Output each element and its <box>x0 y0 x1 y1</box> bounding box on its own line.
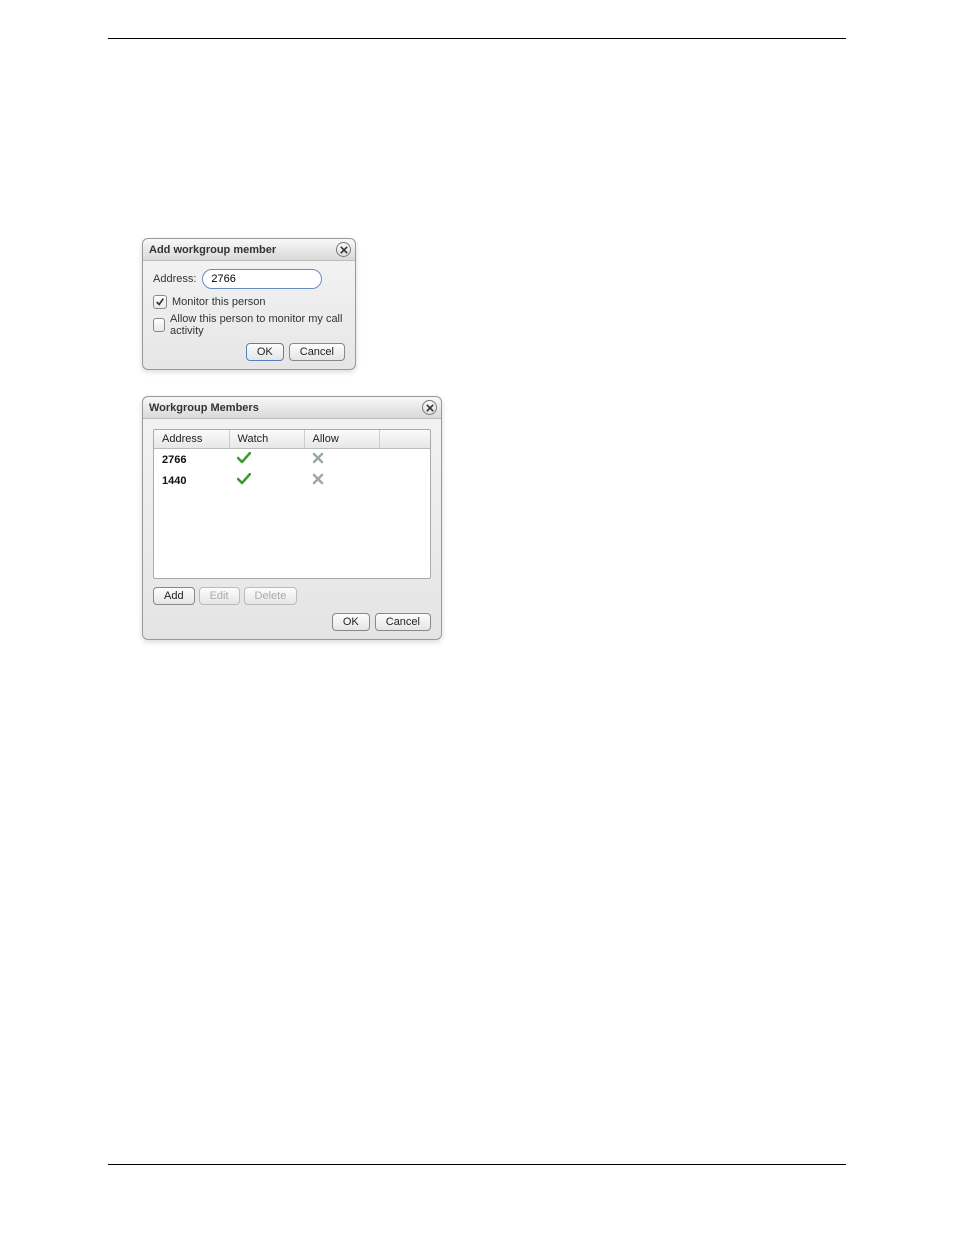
cancel-button[interactable]: Cancel <box>289 343 345 361</box>
ok-button[interactable]: OK <box>332 613 370 631</box>
table-row[interactable]: 2766 <box>154 449 430 471</box>
cancel-button[interactable]: Cancel <box>375 613 431 631</box>
monitor-checkbox[interactable] <box>153 295 167 309</box>
cell-allow <box>304 470 379 491</box>
page-divider-top <box>108 38 846 39</box>
dialog-title: Add workgroup member <box>149 244 276 256</box>
col-allow[interactable]: Allow <box>304 430 379 449</box>
monitor-checkbox-row[interactable]: Monitor this person <box>153 295 345 309</box>
ok-button[interactable]: OK <box>246 343 284 361</box>
col-spacer <box>379 430 430 449</box>
edit-button[interactable]: Edit <box>199 587 240 605</box>
col-watch[interactable]: Watch <box>229 430 304 449</box>
dialog-titlebar[interactable]: Workgroup Members <box>143 397 441 419</box>
allow-label: Allow this person to monitor my call act… <box>170 313 345 337</box>
cell-watch <box>229 449 304 471</box>
x-icon <box>312 452 324 467</box>
dialog-body: Address Watch Allow 27661440 Add Edit De… <box>143 419 441 639</box>
close-icon[interactable] <box>336 242 351 257</box>
cell-address: 2766 <box>154 449 229 471</box>
monitor-label: Monitor this person <box>172 296 266 308</box>
cell-spacer <box>379 449 430 471</box>
workgroup-members-dialog: Workgroup Members Address Watch Allow 27… <box>142 396 442 640</box>
table-row[interactable]: 1440 <box>154 470 430 491</box>
allow-checkbox-row[interactable]: Allow this person to monitor my call act… <box>153 313 345 337</box>
cell-watch <box>229 470 304 491</box>
dialog-body: Address: Monitor this person Allow this … <box>143 261 355 369</box>
members-table: Address Watch Allow 27661440 <box>154 430 430 491</box>
check-icon <box>237 473 251 488</box>
dialog-title: Workgroup Members <box>149 402 259 414</box>
add-button[interactable]: Add <box>153 587 195 605</box>
cell-spacer <box>379 470 430 491</box>
x-icon <box>312 473 324 488</box>
table-header-row: Address Watch Allow <box>154 430 430 449</box>
close-icon[interactable] <box>422 400 437 415</box>
delete-button[interactable]: Delete <box>244 587 298 605</box>
add-workgroup-member-dialog: Add workgroup member Address: Monitor th… <box>142 238 356 370</box>
allow-checkbox[interactable] <box>153 318 165 332</box>
page-divider-bottom <box>108 1164 846 1165</box>
members-table-wrap: Address Watch Allow 27661440 <box>153 429 431 579</box>
address-label: Address: <box>153 273 196 285</box>
col-address[interactable]: Address <box>154 430 229 449</box>
cell-allow <box>304 449 379 471</box>
check-icon <box>237 452 251 467</box>
cell-address: 1440 <box>154 470 229 491</box>
dialog-titlebar[interactable]: Add workgroup member <box>143 239 355 261</box>
address-input[interactable] <box>202 269 322 289</box>
